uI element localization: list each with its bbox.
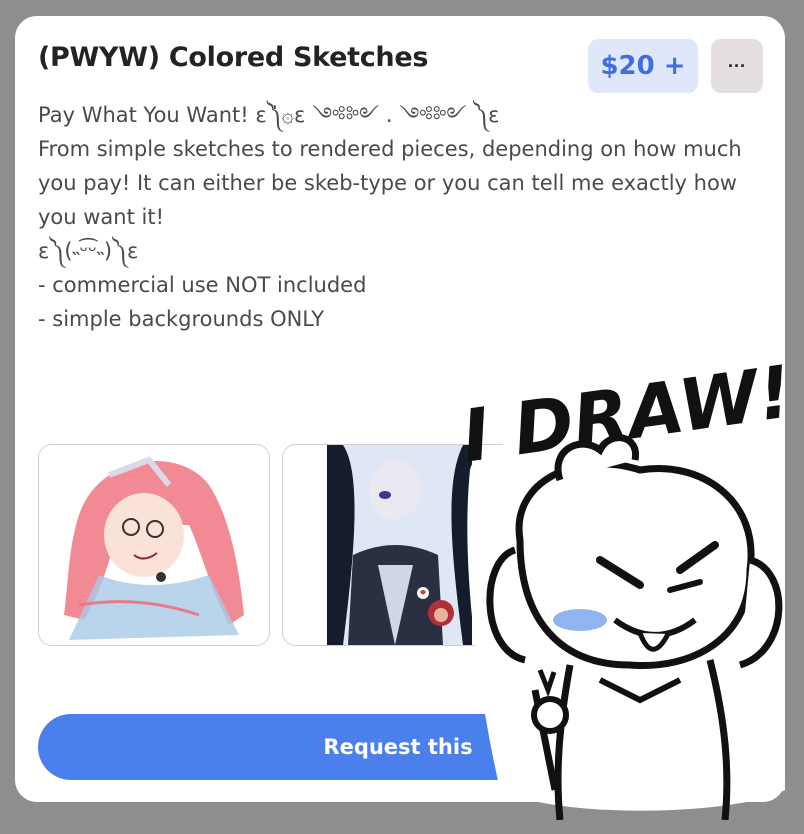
chibi-artist-icon: I DRAW! [457,349,797,821]
i-draw-sticker: I DRAW! [440,320,804,821]
listing-title: (PWYW) Colored Sketches [38,42,429,73]
description-line: you want it! [38,205,165,229]
description-line: Pay What You Want! ε༽່۞ε ༺༻ . ༺༻ ༽ε [38,103,500,127]
description-line: ε༽(˵ᵕ͡ᵕ˵)༽ε [38,239,139,263]
pink-hair-sketch-image [39,445,269,645]
example-image-1[interactable] [38,444,270,646]
more-options-button[interactable]: ··· [711,39,763,93]
ellipsis-icon: ··· [728,55,746,76]
listing-description: Pay What You Want! ε༽່۞ε ༺༻ . ༺༻ ༽ε From… [38,98,758,336]
description-line: you pay! It can either be skeb-type or y… [38,171,737,195]
description-line: From simple sketches to rendered pieces,… [38,137,742,161]
description-line: - commercial use NOT included [38,273,367,297]
price-badge[interactable]: $20 + [588,39,698,93]
